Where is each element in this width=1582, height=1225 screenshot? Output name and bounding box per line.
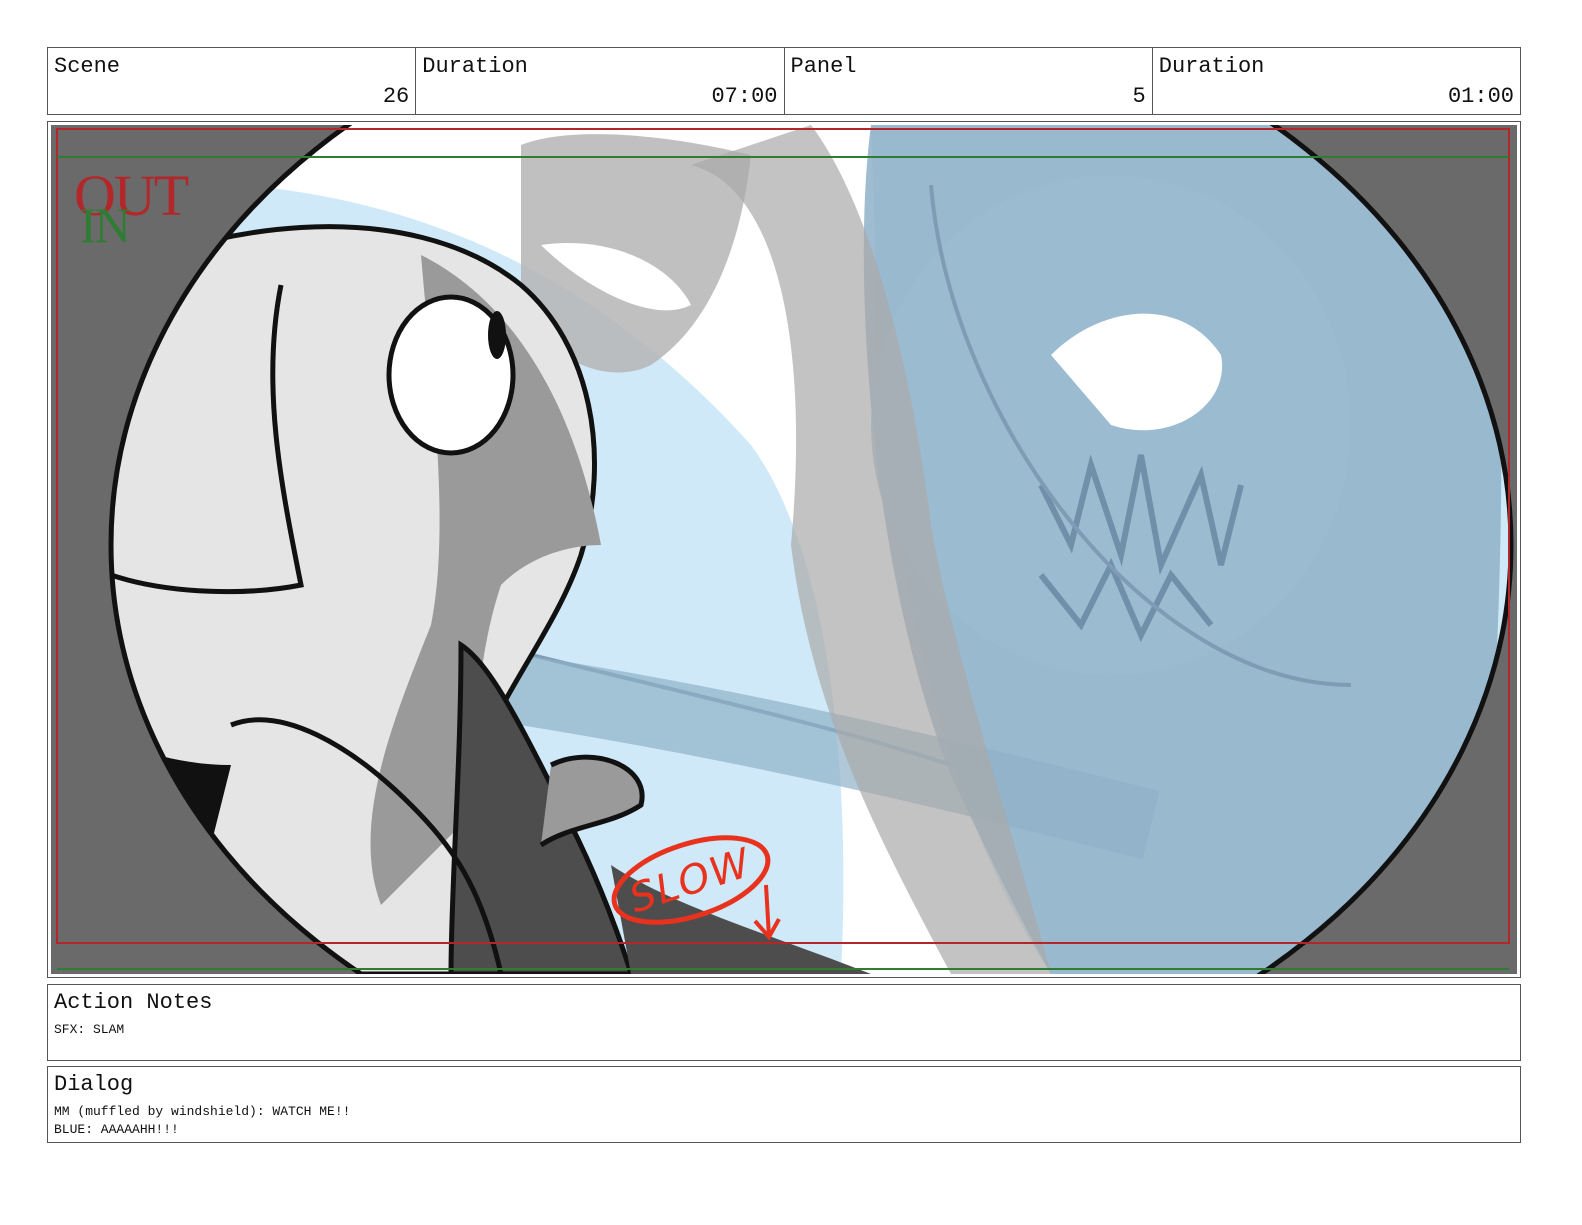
scene-cell: Scene 26	[48, 48, 417, 114]
panel-duration-cell: Duration 01:00	[1153, 48, 1520, 114]
panel-duration-label: Duration	[1158, 54, 1265, 79]
dialog-title: Dialog	[54, 1072, 134, 1097]
in-safe-label: IN	[80, 197, 131, 253]
scene-number[interactable]: 26	[383, 85, 409, 109]
dialog-body[interactable]: MM (muffled by windshield): WATCH ME!! B…	[54, 1103, 350, 1139]
dialog-line: MM (muffled by windshield): WATCH ME!!	[54, 1104, 351, 1119]
storyboard-frame[interactable]: OUT IN SLOW	[47, 121, 1521, 978]
action-notes-body[interactable]: SFX: SLAM	[54, 1021, 124, 1039]
scene-duration-label: Duration	[422, 54, 528, 79]
scene-label: Scene	[54, 54, 121, 79]
scene-duration-cell: Duration 07:00	[416, 48, 785, 114]
bird-character-pupil	[488, 311, 506, 359]
dialog-line: BLUE: AAAAAHH!!!	[54, 1122, 179, 1137]
scene-duration-value[interactable]: 07:00	[711, 85, 777, 109]
storyboard-drawing	[51, 125, 1517, 974]
panel-label: Panel	[790, 54, 857, 79]
action-note-line: SFX: SLAM	[54, 1022, 125, 1037]
panel-number[interactable]: 5	[1133, 85, 1146, 109]
panel-header: Scene 26 Duration 07:00 Panel 5 Duration…	[47, 47, 1521, 115]
action-notes-title: Action Notes	[54, 990, 213, 1015]
panel-cell: Panel 5	[785, 48, 1153, 114]
dialog-box[interactable]: Dialog MM (muffled by windshield): WATCH…	[47, 1066, 1521, 1143]
action-notes-box[interactable]: Action Notes SFX: SLAM	[47, 984, 1521, 1061]
panel-duration-value[interactable]: 01:00	[1448, 85, 1514, 109]
